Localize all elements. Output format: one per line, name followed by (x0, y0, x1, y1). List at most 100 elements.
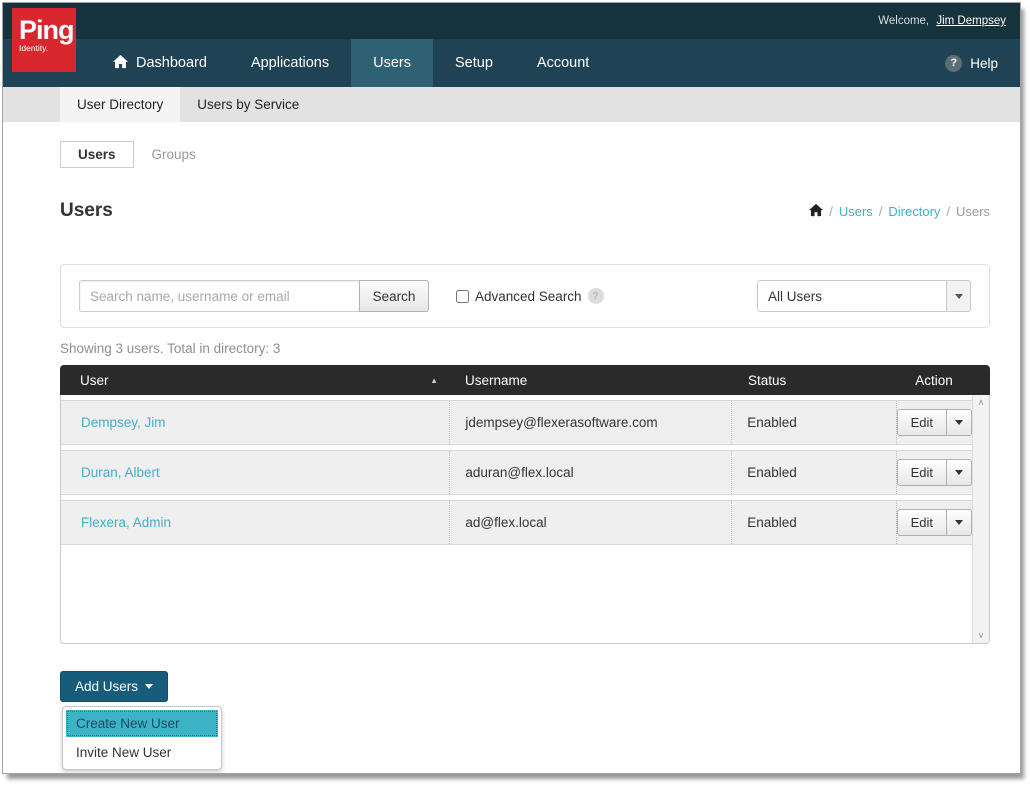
edit-button[interactable]: Edit (898, 410, 946, 435)
add-users-button[interactable]: Add Users (60, 671, 168, 702)
nav-item-setup[interactable]: Setup (433, 39, 515, 87)
module-tab-bar: User Directory Users by Service (3, 87, 1020, 122)
subtab-groups[interactable]: Groups (134, 141, 214, 168)
caret-down-icon (145, 684, 153, 689)
nav-item-label: Users (373, 55, 411, 71)
action-cell: Edit (896, 501, 972, 544)
welcome-text: Welcome, Jim Dempsey (878, 15, 1006, 27)
logo-brand-text: Ping (19, 18, 76, 42)
nav-item-users[interactable]: Users (351, 39, 433, 87)
breadcrumb-separator: / (946, 204, 950, 219)
column-header-status[interactable]: Status (733, 373, 898, 388)
nav-item-label: Account (537, 55, 589, 71)
breadcrumb-separator: / (829, 204, 833, 219)
search-group: Search (79, 280, 429, 312)
user-name-link[interactable]: Duran, Albert (81, 465, 160, 480)
edit-split-button[interactable]: Edit (897, 409, 972, 436)
action-cell: Edit (896, 451, 972, 494)
breadcrumb-link-users[interactable]: Users (839, 204, 873, 219)
action-cell: Edit (896, 401, 972, 444)
menu-item-invite-new-user[interactable]: Invite New User (66, 739, 218, 766)
user-name-cell: Flexera, Admin (61, 501, 449, 544)
app-window: Welcome, Jim Dempsey Ping Identity. Dash… (2, 2, 1021, 774)
advanced-search-checkbox[interactable] (456, 290, 469, 303)
user-name-link[interactable]: Dempsey, Jim (81, 415, 166, 430)
status-cell: Enabled (731, 451, 895, 494)
breadcrumb: / Users / Directory / Users (809, 203, 990, 220)
status-cell: Enabled (731, 401, 895, 444)
add-users-label: Add Users (75, 679, 138, 694)
table-scrollbar[interactable]: ∧ ∨ (972, 395, 989, 643)
column-header-user[interactable]: User ▲ (60, 373, 450, 388)
ping-identity-logo[interactable]: Ping Identity. (12, 8, 76, 72)
username-cell: aduran@flex.local (449, 451, 731, 494)
column-header-label: User (80, 373, 109, 388)
sub-tab-bar: Users Groups (60, 141, 1000, 168)
table-row: Flexera, Admin ad@flex.local Enabled Edi… (61, 500, 972, 545)
column-header-action: Action (898, 373, 990, 388)
username-cell: ad@flex.local (449, 501, 731, 544)
tab-user-directory[interactable]: User Directory (60, 87, 180, 122)
help-question-icon[interactable]: ? (588, 288, 604, 304)
main-nav: Ping Identity. Dashboard Applications Us… (3, 39, 1020, 87)
page-title: Users (60, 200, 113, 222)
table-row: Duran, Albert aduran@flex.local Enabled … (61, 450, 972, 495)
edit-split-button[interactable]: Edit (897, 509, 972, 536)
nav-item-label: Setup (455, 55, 493, 71)
edit-dropdown-toggle[interactable] (946, 460, 971, 485)
search-input[interactable] (79, 280, 359, 312)
chevron-down-icon (955, 294, 963, 299)
caret-down-icon (955, 470, 963, 475)
search-button[interactable]: Search (359, 280, 429, 312)
breadcrumb-current: Users (956, 204, 990, 219)
user-name-link[interactable]: Flexera, Admin (81, 515, 171, 530)
breadcrumb-link-directory[interactable]: Directory (888, 204, 940, 219)
filter-selected-value: All Users (758, 281, 946, 311)
nav-right: ? Help (945, 39, 1020, 87)
subtab-users[interactable]: Users (60, 141, 134, 168)
edit-button[interactable]: Edit (898, 460, 946, 485)
edit-dropdown-toggle[interactable] (946, 410, 971, 435)
caret-down-icon (955, 520, 963, 525)
username-cell: jdempsey@flexerasoftware.com (449, 401, 731, 444)
user-name-cell: Dempsey, Jim (61, 401, 449, 444)
column-header-username[interactable]: Username (450, 373, 733, 388)
user-filter-select[interactable]: All Users (757, 280, 971, 312)
edit-split-button[interactable]: Edit (897, 459, 972, 486)
scroll-down-icon[interactable]: ∨ (978, 631, 985, 640)
edit-dropdown-toggle[interactable] (946, 510, 971, 535)
help-question-icon: ? (945, 55, 962, 72)
add-users-section: Add Users Create New User Invite New Use… (60, 671, 1000, 774)
nav-item-label: Applications (251, 55, 329, 71)
user-name-cell: Duran, Albert (61, 451, 449, 494)
home-icon[interactable] (809, 203, 823, 220)
nav-item-account[interactable]: Account (515, 39, 611, 87)
nav-item-label: Dashboard (136, 55, 207, 71)
nav-item-applications[interactable]: Applications (229, 39, 351, 87)
user-profile-link[interactable]: Jim Dempsey (936, 15, 1006, 27)
nav-items: Dashboard Applications Users Setup Accou… (91, 39, 611, 87)
help-link[interactable]: Help (970, 56, 998, 71)
breadcrumb-separator: / (879, 204, 883, 219)
sort-ascending-icon[interactable]: ▲ (430, 376, 438, 385)
table-row: Dempsey, Jim jdempsey@flexerasoftware.co… (61, 400, 972, 445)
title-row: Users / Users / Directory / Users (60, 200, 1000, 222)
scroll-up-icon[interactable]: ∧ (978, 398, 985, 407)
results-summary: Showing 3 users. Total in directory: 3 (60, 341, 1000, 356)
home-icon (113, 54, 128, 73)
status-cell: Enabled (731, 501, 895, 544)
caret-down-icon (955, 420, 963, 425)
nav-item-dashboard[interactable]: Dashboard (91, 39, 229, 87)
search-panel: Search Advanced Search ? All Users (60, 264, 990, 328)
edit-button[interactable]: Edit (898, 510, 946, 535)
welcome-label: Welcome, (878, 15, 929, 27)
tab-users-by-service[interactable]: Users by Service (180, 87, 316, 122)
table-body: Dempsey, Jim jdempsey@flexerasoftware.co… (60, 395, 990, 644)
table-header-row: User ▲ Username Status Action (60, 365, 990, 395)
advanced-search: Advanced Search ? (456, 288, 604, 304)
add-users-menu: Create New User Invite New User (62, 706, 222, 770)
menu-item-create-new-user[interactable]: Create New User (66, 710, 218, 737)
top-bar: Welcome, Jim Dempsey (3, 3, 1020, 39)
advanced-search-label[interactable]: Advanced Search (475, 289, 582, 304)
select-arrow-box[interactable] (946, 281, 970, 311)
